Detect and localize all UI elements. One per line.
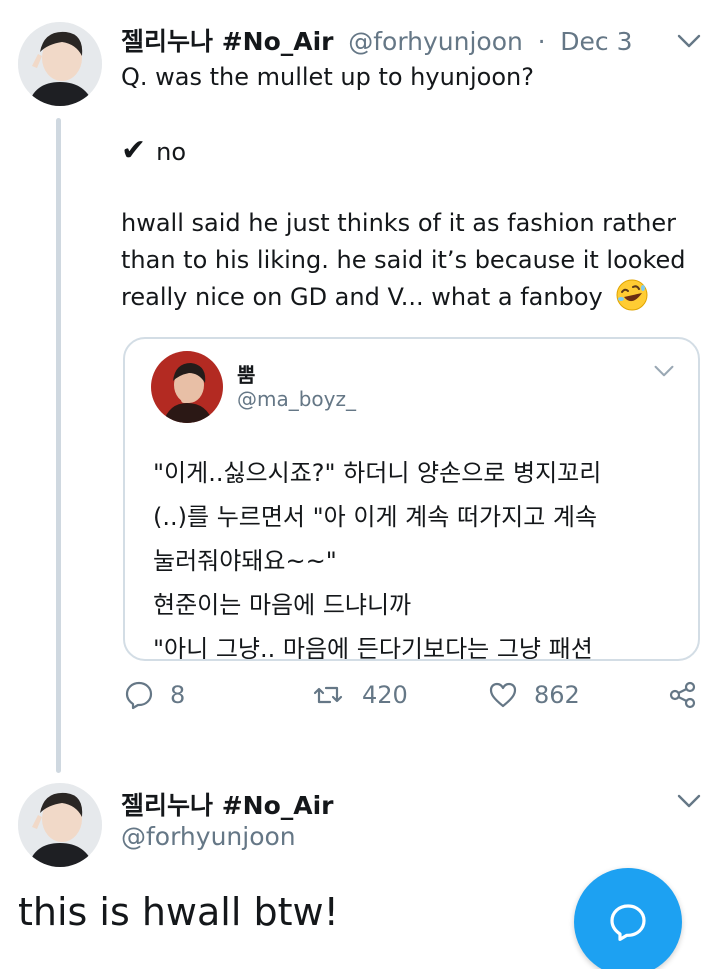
- reply-icon: [125, 681, 153, 710]
- thread-line: [56, 118, 61, 773]
- quoted-text-line: 현준이는 마음에 드냐니까: [153, 591, 412, 619]
- quoted-text-line: "아니 그냥.. 마음에 든다기보다는 그냥 패션: [153, 635, 593, 661]
- quoted-text-line: (..)를 누르면서 "아 이게 계속 떠가지고 계속: [153, 503, 598, 531]
- display-name[interactable]: 젤리누나 #No_Air: [121, 786, 334, 822]
- retweet-icon: [313, 686, 343, 704]
- profile-photo: [18, 783, 102, 867]
- handle[interactable]: @forhyunjoon: [121, 822, 296, 851]
- tweet-body-line: really nice on GD and V... what a fanboy: [121, 278, 648, 316]
- quoted-text: "이게..싫으시죠?" 하더니 양손으로 병지꼬리 (..)를 누르면서 "아 …: [153, 451, 602, 661]
- tweet-date[interactable]: Dec 3: [560, 27, 632, 56]
- separator: ·: [537, 27, 546, 56]
- avatar[interactable]: [18, 22, 102, 106]
- like-count: 862: [534, 681, 580, 709]
- chevron-down-icon[interactable]: [653, 363, 675, 379]
- quoted-display-name[interactable]: 뿜: [237, 359, 255, 388]
- answer-text: no: [156, 138, 187, 166]
- rolling-on-the-floor-laughing-icon: [616, 279, 648, 311]
- quoted-text-line: 눌러줘야돼요~~": [153, 547, 337, 575]
- display-name[interactable]: 젤리누나 #No_Air: [121, 27, 334, 56]
- profile-photo: [18, 22, 102, 106]
- chevron-down-icon[interactable]: [676, 792, 702, 810]
- retweet-count: 420: [362, 681, 408, 709]
- retweet-button[interactable]: 420: [310, 680, 408, 710]
- compose-button[interactable]: [574, 868, 682, 969]
- handle[interactable]: @forhyunjoon: [348, 27, 523, 56]
- reply-count: 8: [170, 681, 186, 709]
- quoted-handle[interactable]: @ma_boyz_: [237, 387, 356, 411]
- heart-icon: [489, 682, 517, 708]
- share-button[interactable]: [668, 680, 698, 710]
- tweet-text: this is hwall btw!: [18, 890, 339, 934]
- profile-photo: [151, 351, 223, 423]
- avatar[interactable]: [18, 783, 102, 867]
- tweet-body-line: than to his liking. he said it’s because…: [121, 246, 686, 274]
- reply-button[interactable]: 8: [124, 680, 185, 710]
- question-text: Q. was the mullet up to hyunjoon?: [121, 63, 534, 91]
- chevron-down-icon[interactable]: [676, 32, 702, 50]
- tweet-actions: 8 420 862: [0, 680, 720, 720]
- tweet-header[interactable]: 젤리누나 #No_Air @forhyunjoon · Dec 3: [121, 22, 633, 58]
- answer-line: ✔ no: [121, 132, 186, 171]
- quoted-text-line: "이게..싫으시죠?" 하더니 양손으로 병지꼬리: [153, 459, 602, 487]
- share-icon: [669, 681, 696, 709]
- tweet-body-line: hwall said he just thinks of it as fashi…: [121, 209, 677, 237]
- tweet-body-text: really nice on GD and V... what a fanboy: [121, 283, 603, 311]
- quoted-avatar[interactable]: [151, 351, 223, 423]
- like-button[interactable]: 862: [488, 680, 580, 710]
- reply-icon: [610, 904, 646, 941]
- quoted-tweet[interactable]: 뿜 @ma_boyz_ "이게..싫으시죠?" 하더니 양손으로 병지꼬리 (.…: [123, 337, 700, 661]
- checkmark-icon: ✔: [121, 133, 147, 168]
